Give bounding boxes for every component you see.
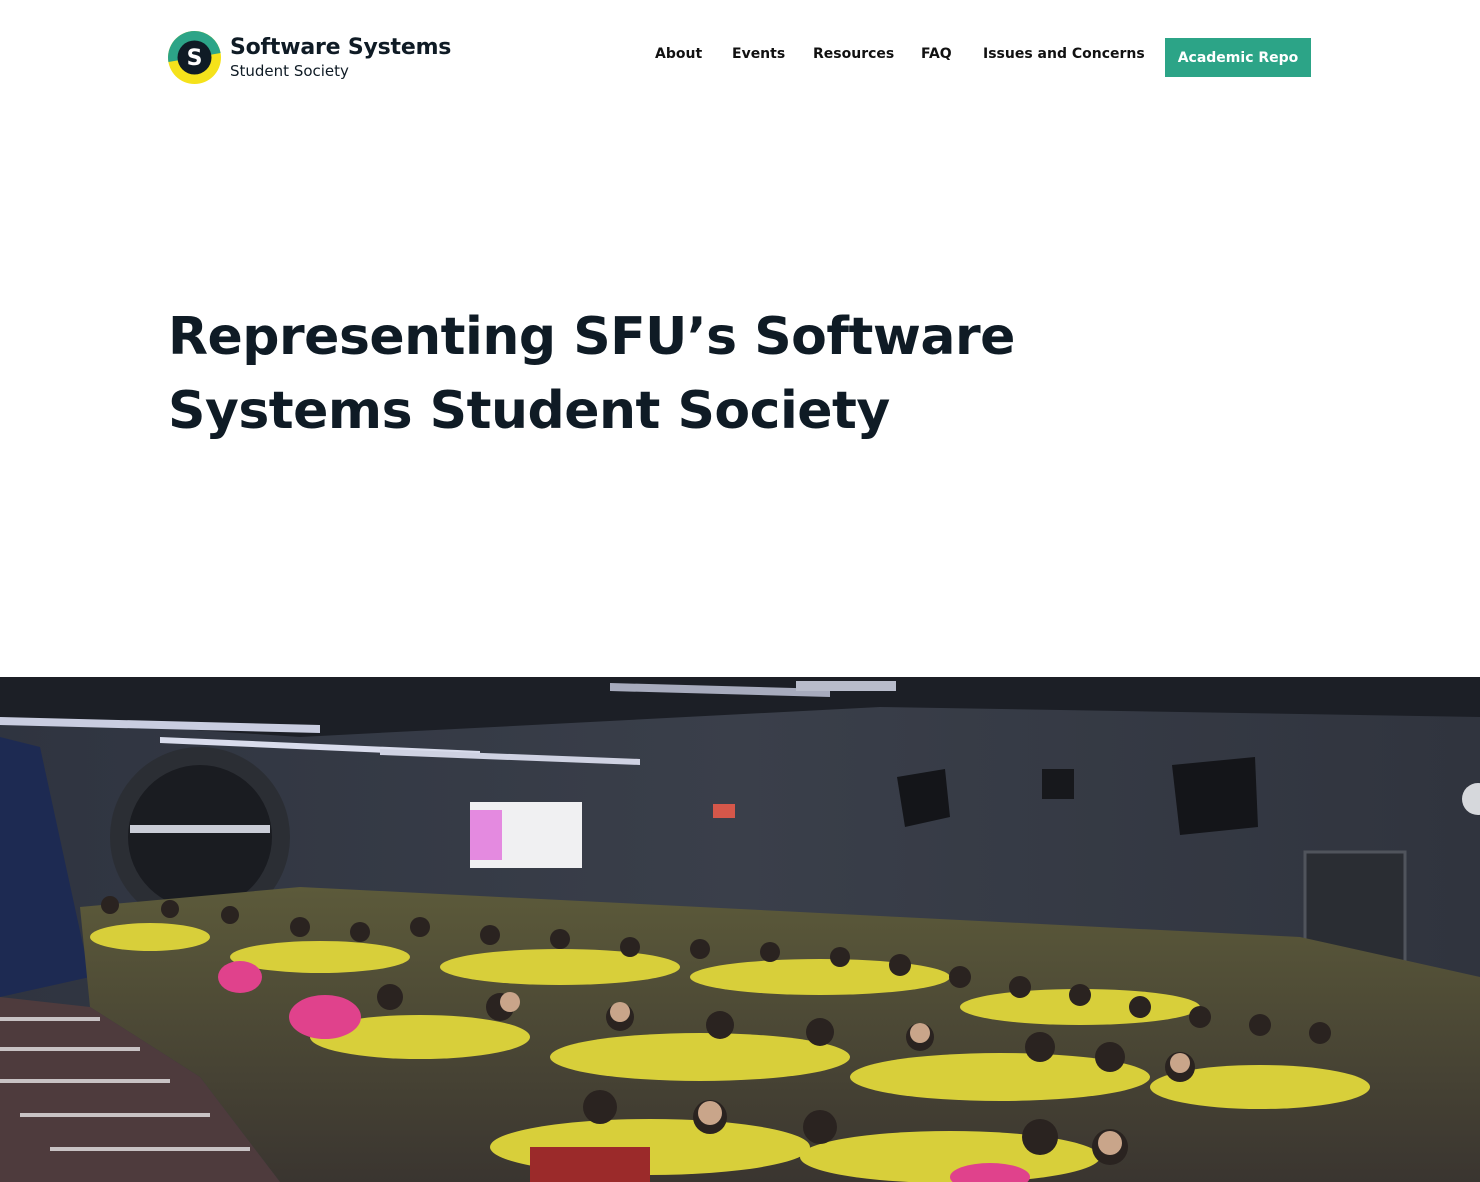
hero-title-line-1: Representing SFU’s Software — [168, 307, 1015, 367]
nav-link-events[interactable]: Events — [732, 38, 785, 77]
audience-photo — [0, 677, 1480, 1182]
nav-link-issues-and-concerns[interactable]: Issues and Concerns — [983, 38, 1145, 77]
academic-repo-button[interactable]: Academic Repo — [1165, 38, 1311, 77]
nav-link-about[interactable]: About — [655, 38, 702, 77]
nav-link-faq[interactable]: FAQ — [921, 38, 952, 77]
hero-title: Representing SFU’s Software Systems Stud… — [168, 300, 1068, 448]
site-header: S Software Systems Student Society About… — [0, 0, 1480, 110]
hero-title-line-2: Systems Student Society — [168, 381, 890, 441]
nav-link-resources[interactable]: Resources — [813, 38, 894, 77]
